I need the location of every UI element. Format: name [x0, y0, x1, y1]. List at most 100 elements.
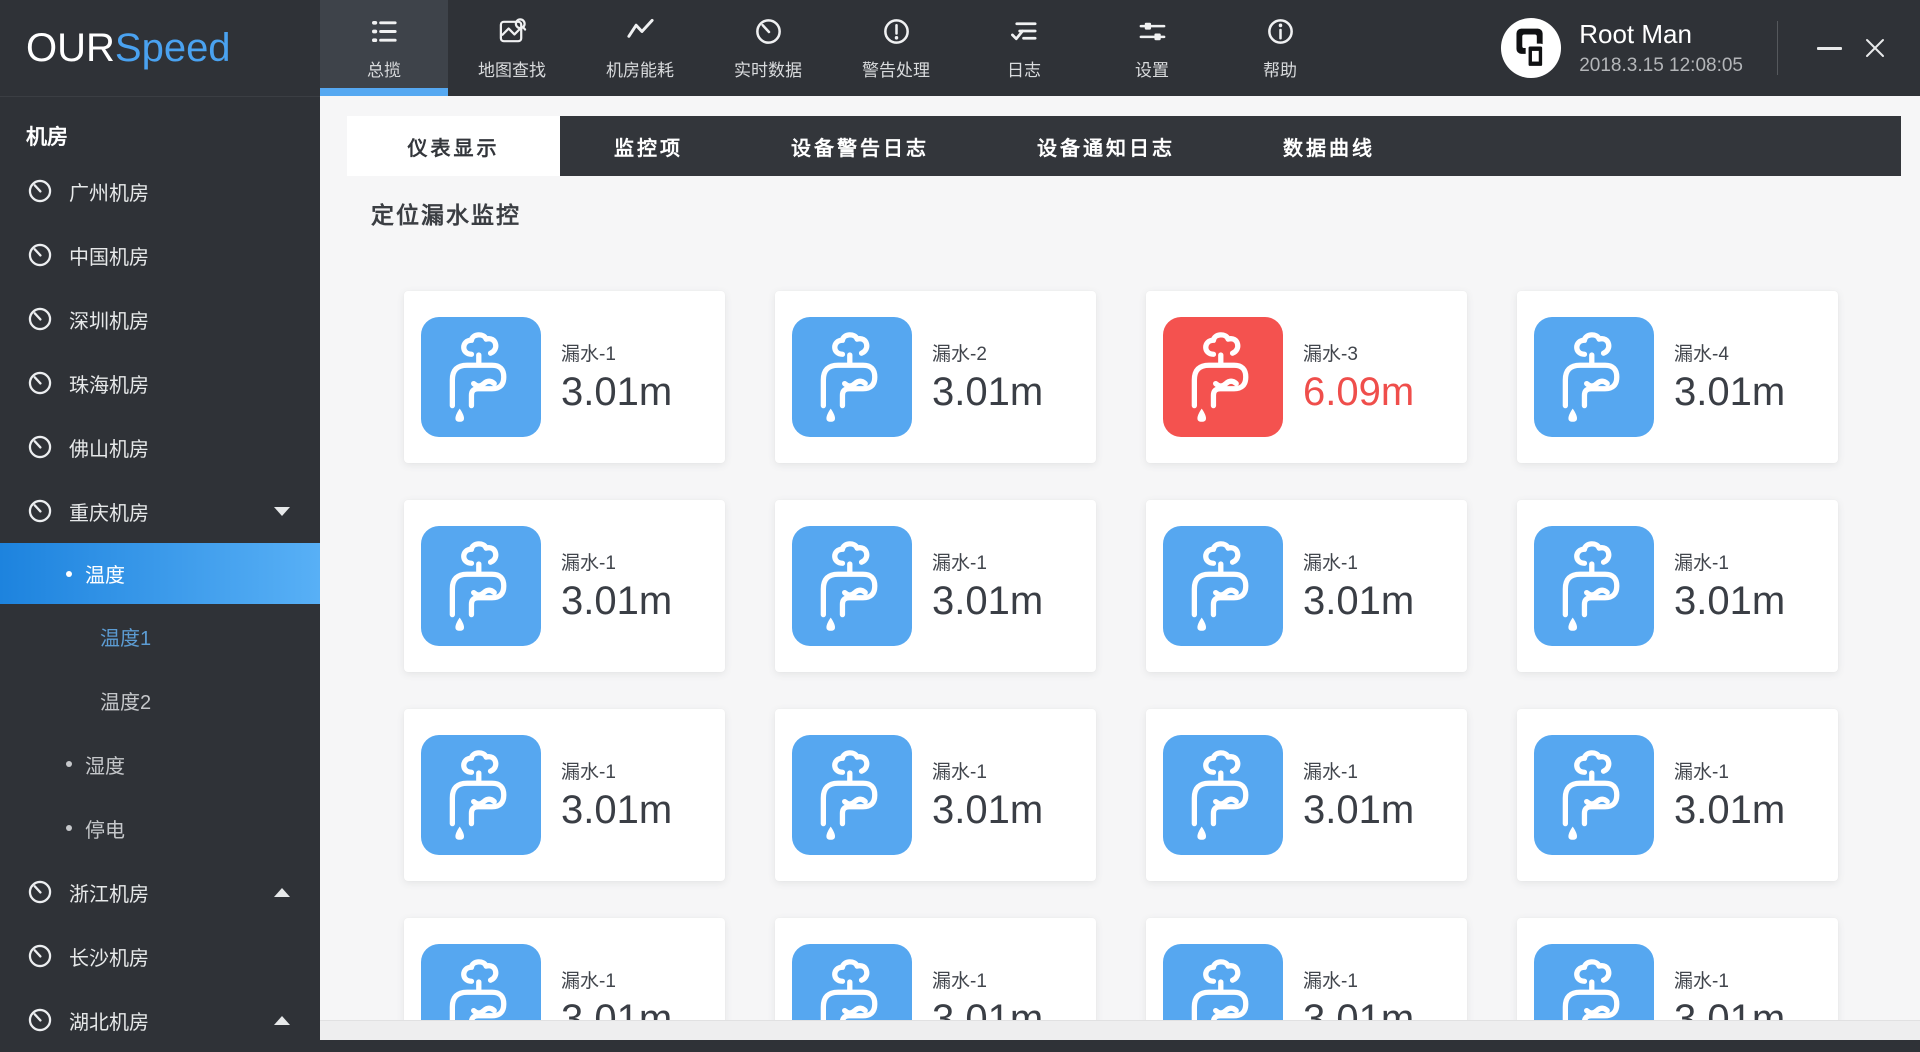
sensor-label: 漏水-1: [561, 966, 672, 993]
sensor-card-grid: 漏水-1 3.01m 漏水-23.01m 漏水-36.09m 漏水-43.01m 漏水-1…: [404, 291, 1838, 1040]
sensor-card-text: 漏水-43.01m: [1674, 339, 1785, 415]
sensor-card-text: 漏水-13.01m: [561, 339, 672, 415]
faucet-icon: [1163, 317, 1283, 437]
sensor-value: 3.01m: [561, 788, 672, 833]
close-button[interactable]: [1852, 18, 1898, 78]
sidebar-item-room[interactable]: 浙江机房: [0, 860, 320, 924]
map-icon: [497, 16, 528, 47]
sidebar-item-label: 深圳机房: [69, 305, 149, 334]
sidebar-item-label: 长沙机房: [69, 942, 149, 971]
sidebar-subitem[interactable]: 湿度: [0, 732, 320, 796]
sidebar-item-room[interactable]: 湖北机房: [0, 988, 320, 1052]
sensor-label: 漏水-1: [932, 548, 1043, 575]
sensor-card[interactable]: 漏水-1 3.01m: [1517, 500, 1838, 672]
sensor-card[interactable]: 漏水-43.01m: [1517, 291, 1838, 463]
sensor-value: 3.01m: [1674, 788, 1785, 833]
nav-item-help[interactable]: 帮助: [1216, 0, 1344, 96]
sidebar-subitem[interactable]: 温度1: [0, 604, 320, 668]
nav-item-energy[interactable]: 机房能耗: [576, 0, 704, 96]
sidebar-room-list: 广州机房中国机房深圳机房珠海机房佛山机房重庆机房温度温度1温度2湿度停电浙江机房…: [0, 159, 320, 1052]
sensor-label: 漏水-1: [1303, 757, 1414, 784]
sidebar: OURSpeed 机房 广州机房中国机房深圳机房珠海机房佛山机房重庆机房温度温度…: [0, 0, 320, 1040]
nav-item-settings[interactable]: 设置: [1088, 0, 1216, 96]
tab-3[interactable]: 设备通知日志: [983, 116, 1229, 176]
sensor-label: 漏水-1: [1674, 548, 1785, 575]
sensor-card[interactable]: 漏水-23.01m: [775, 291, 1096, 463]
nav-item-log[interactable]: 日志: [960, 0, 1088, 96]
tab-1[interactable]: 监控项: [560, 116, 737, 176]
sensor-card[interactable]: 漏水-1 3.01m: [1517, 709, 1838, 881]
tab-2[interactable]: 设备警告日志: [737, 116, 983, 176]
alert-icon: [881, 16, 912, 47]
sidebar-item-room[interactable]: 珠海机房: [0, 351, 320, 415]
sidebar-subitem[interactable]: 温度2: [0, 668, 320, 732]
sensor-card[interactable]: 漏水-13.01m: [404, 291, 725, 463]
gauge-icon: [26, 1006, 54, 1034]
sidebar-item-label: 中国机房: [69, 241, 149, 270]
sensor-value: 3.01m: [561, 370, 672, 415]
user-datetime: 2018.3.15 12:08:05: [1579, 55, 1743, 77]
logo-text-accent: Speed: [115, 26, 231, 71]
sensor-card-text: 漏水-13.01m: [1303, 757, 1414, 833]
sensor-label: 漏水-3: [1303, 339, 1414, 366]
sidebar-item-room[interactable]: 长沙机房: [0, 924, 320, 988]
sensor-card[interactable]: 漏水-13.01m: [404, 709, 725, 881]
nav-item-alert[interactable]: 警告处理: [832, 0, 960, 96]
sensor-card[interactable]: 漏水-13.01m: [1146, 709, 1467, 881]
chevron-up-icon: [274, 1016, 290, 1025]
sensor-card-text: 漏水-36.09m: [1303, 339, 1414, 415]
gauge-icon: [753, 16, 784, 47]
sensor-label: 漏水-1: [1674, 966, 1785, 993]
sensor-card[interactable]: 漏水-13.01m: [1146, 500, 1467, 672]
gauge-icon: [26, 497, 54, 525]
sensor-card[interactable]: 漏水-1 3.01m: [404, 500, 725, 672]
tab-4[interactable]: 数据曲线: [1229, 116, 1429, 176]
avatar-logo-icon: [1500, 17, 1562, 79]
sensor-card[interactable]: 漏水-13.01m: [775, 709, 1096, 881]
sensor-card-text: 漏水-13.01m: [561, 757, 672, 833]
minimize-button[interactable]: [1806, 18, 1852, 78]
nav-item-label: 实时数据: [734, 56, 802, 81]
sensor-value: 3.01m: [932, 788, 1043, 833]
sidebar-item-room[interactable]: 广州机房: [0, 159, 320, 223]
sidebar-item-room[interactable]: 重庆机房: [0, 479, 320, 543]
user-avatar[interactable]: [1500, 17, 1562, 79]
sensor-card[interactable]: 漏水-36.09m: [1146, 291, 1467, 463]
sensor-label: 漏水-1: [561, 548, 672, 575]
header-divider: [1777, 21, 1778, 75]
bottom-strip: [320, 1020, 1920, 1040]
top-nav: 总揽地图查找机房能耗 实时数据 警告处理 日志 设置帮助: [320, 0, 1344, 96]
faucet-icon: [421, 317, 541, 437]
sensor-card[interactable]: 漏水-1 3.01m: [775, 500, 1096, 672]
tab-group-inactive: 监控项设备警告日志设备通知日志数据曲线: [560, 116, 1901, 176]
nav-item-map[interactable]: 地图查找: [448, 0, 576, 96]
sidebar-item-room[interactable]: 佛山机房: [0, 415, 320, 479]
bullet-icon: [66, 571, 72, 577]
nav-item-label: 警告处理: [862, 56, 930, 81]
sensor-label: 漏水-1: [1674, 757, 1785, 784]
faucet-icon: [421, 735, 541, 855]
sensor-value: 3.01m: [1674, 579, 1785, 624]
nav-item-label: 机房能耗: [606, 56, 674, 81]
sensor-card-text: 漏水-1 3.01m: [932, 548, 1043, 624]
sensor-value: 3.01m: [1674, 370, 1785, 415]
tab-0[interactable]: 仪表显示: [347, 116, 560, 176]
chevron-down-icon: [274, 507, 290, 516]
sidebar-item-room[interactable]: 深圳机房: [0, 287, 320, 351]
gauge-icon: [26, 177, 54, 205]
sidebar-subitem[interactable]: 温度: [0, 543, 320, 604]
sidebar-item-label: 珠海机房: [69, 369, 149, 398]
nav-item-list[interactable]: 总揽: [320, 0, 448, 96]
faucet-icon: [1534, 317, 1654, 437]
sensor-card-text: 漏水-1 3.01m: [561, 548, 672, 624]
list-icon: [369, 16, 400, 47]
sidebar-item-label: 湖北机房: [69, 1006, 149, 1035]
nav-item-label: 日志: [1007, 56, 1041, 81]
sensor-value: 3.01m: [561, 579, 672, 624]
nav-item-gauge[interactable]: 实时数据: [704, 0, 832, 96]
sidebar-item-room[interactable]: 中国机房: [0, 223, 320, 287]
gauge-icon: [26, 433, 54, 461]
sensor-value: 3.01m: [932, 579, 1043, 624]
sidebar-subitem[interactable]: 停电: [0, 796, 320, 860]
main-content: 仪表显示监控项设备警告日志设备通知日志数据曲线 定位漏水监控 漏水-13.01m…: [320, 96, 1920, 1040]
